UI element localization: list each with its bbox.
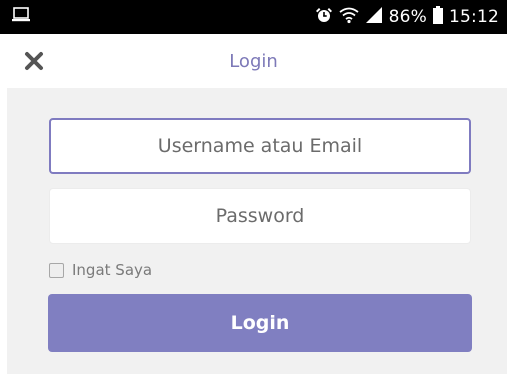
signal-icon bbox=[365, 6, 383, 29]
app-bar: Login bbox=[0, 34, 507, 88]
password-input[interactable] bbox=[49, 188, 471, 244]
login-form: Ingat Saya Login bbox=[7, 88, 507, 374]
clock: 15:12 bbox=[449, 7, 499, 27]
remember-label: Ingat Saya bbox=[72, 261, 153, 279]
remember-checkbox[interactable] bbox=[49, 262, 64, 278]
alarm-icon bbox=[315, 6, 333, 29]
battery-icon bbox=[433, 5, 443, 29]
screen-icon bbox=[12, 7, 30, 27]
wifi-icon bbox=[339, 6, 359, 29]
status-bar: 86% 15:12 bbox=[0, 0, 507, 34]
page-title: Login bbox=[229, 51, 278, 72]
battery-percent: 86% bbox=[388, 7, 427, 27]
login-button[interactable]: Login bbox=[48, 294, 472, 352]
remember-me[interactable]: Ingat Saya bbox=[49, 260, 152, 280]
username-input[interactable] bbox=[49, 118, 471, 174]
